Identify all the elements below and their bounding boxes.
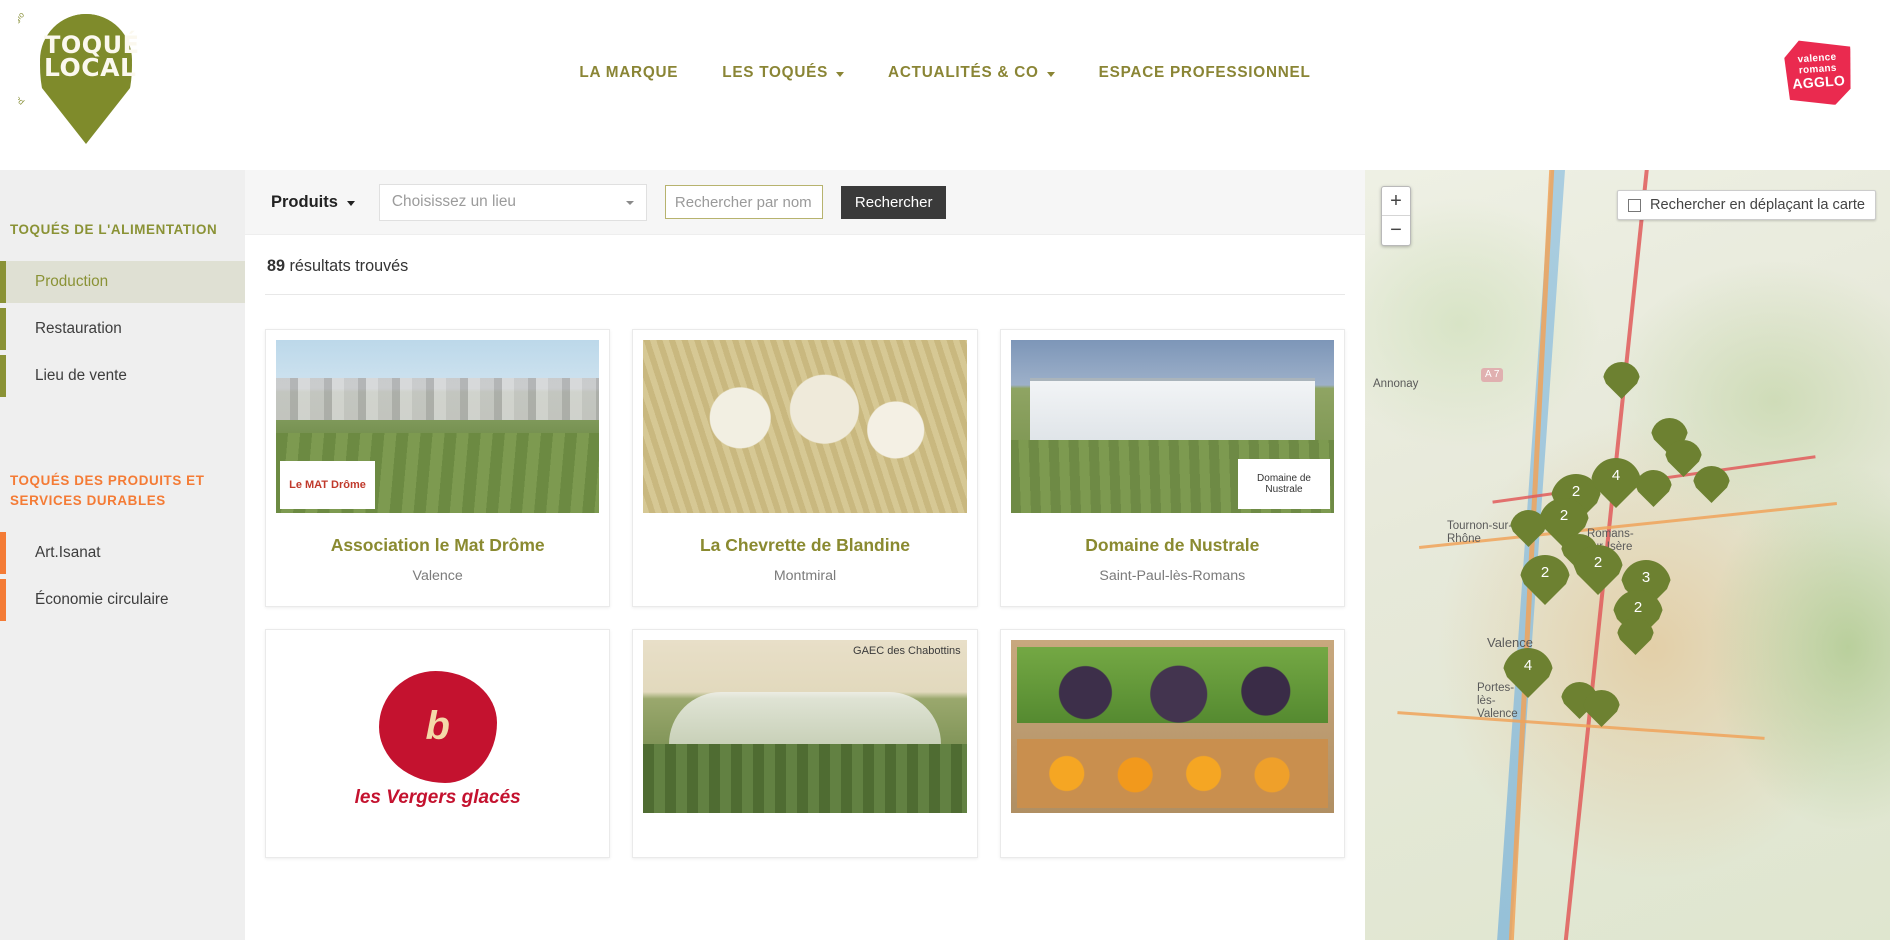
card-image-badge: Le MAT Drôme [280, 461, 375, 509]
card-image-logo: b [378, 670, 497, 783]
card-title: Domaine de Nustrale [1085, 535, 1260, 555]
sidebar-item-label: Art.Isanat [35, 544, 101, 562]
nav-item-actualites-co[interactable]: ACTUALITÉS & CO [866, 58, 1077, 88]
map-city-label-tournon: Tournon-sur-Rhône [1447, 520, 1513, 546]
nav-label: LA MARQUE [579, 64, 679, 81]
produits-dropdown-label: Produits [271, 192, 338, 211]
main-content: Produits Choisissez un lieu Rechercher 8… [245, 170, 1365, 940]
chevron-down-icon [625, 201, 634, 205]
card-image: GAEC des Chabottins [643, 640, 967, 813]
results-count-number: 89 [267, 257, 286, 275]
result-card[interactable]: Domaine de Nustrale Domaine de Nustrale … [999, 329, 1345, 607]
agglo-line-3: AGGLO [1791, 72, 1846, 92]
result-card[interactable]: b les Vergers glacés [265, 629, 611, 858]
accent-bar [0, 355, 6, 398]
main-navigation: LA MARQUE LES TOQUÉS ACTUALITÉS & CO ESP… [0, 58, 1890, 88]
accent-bar [0, 532, 6, 575]
search-button[interactable]: Rechercher [840, 185, 947, 219]
map-zoom-controls[interactable]: + − [1381, 186, 1411, 246]
place-select[interactable]: Choisissez un lieu [378, 183, 647, 221]
card-image-badge: GAEC des Chabottins [853, 645, 961, 657]
result-card[interactable] [999, 629, 1345, 858]
logo-arc-text: par Valence Romans Agglo [18, 10, 26, 107]
checkbox-icon[interactable] [1628, 198, 1642, 212]
category-sidebar: TOQUÉS DE L'ALIMENTATION Production Rest… [0, 170, 245, 940]
chevron-down-icon [346, 200, 355, 206]
results-count: 89 résultats trouvés [265, 235, 1345, 295]
card-title: Association le Mat Drôme [330, 535, 545, 555]
map-tiles [1365, 170, 1890, 940]
chevron-down-icon [1046, 71, 1055, 77]
card-image-badge: les Vergers glacés [354, 787, 521, 808]
produits-dropdown[interactable]: Produits [265, 193, 361, 212]
sidebar-item-label: Économie circulaire [35, 591, 169, 609]
nav-label: LES TOQUÉS [722, 64, 829, 81]
card-image-badge: Domaine de Nustrale [1238, 459, 1330, 509]
accent-bar [0, 308, 6, 351]
sidebar-item-label: Restauration [35, 320, 122, 338]
valence-romans-agglo-logo[interactable]: valence romans AGGLO [1784, 38, 1852, 106]
card-image: Le MAT Drôme [276, 340, 600, 513]
chevron-down-icon [836, 71, 845, 77]
result-card[interactable]: GAEC des Chabottins [632, 629, 978, 858]
sidebar-item-lieu-de-vente[interactable]: Lieu de vente [0, 355, 245, 398]
card-city: Saint-Paul-lès-Romans [1099, 568, 1246, 584]
nav-item-espace-professionnel[interactable]: ESPACE PROFESSIONNEL [1077, 58, 1333, 88]
result-card[interactable]: Le MAT Drôme Association le Mat Drôme Va… [265, 329, 611, 607]
zoom-out-button[interactable]: − [1382, 216, 1410, 245]
card-image [1010, 640, 1334, 813]
search-on-map-move-label: Rechercher en déplaçant la carte [1650, 197, 1865, 213]
card-image: b les Vergers glacés [276, 640, 600, 813]
svg-text:par Valence Romans Agglo: par Valence Romans Agglo [18, 10, 26, 107]
nav-label: ESPACE PROFESSIONNEL [1098, 64, 1311, 81]
filter-bar: Produits Choisissez un lieu Rechercher [245, 170, 1365, 235]
page-body: TOQUÉS DE L'ALIMENTATION Production Rest… [0, 170, 1890, 940]
results-map[interactable]: + − Rechercher en déplaçant la carte Ann… [1365, 170, 1890, 940]
sidebar-item-production[interactable]: Production [0, 261, 245, 304]
sidebar-item-art-isanat[interactable]: Art.Isanat [0, 532, 245, 575]
results-grid: Le MAT Drôme Association le Mat Drôme Va… [265, 295, 1345, 858]
sidebar-item-restauration[interactable]: Restauration [0, 308, 245, 351]
card-title: La Chevrette de Blandine [699, 535, 911, 555]
site-header: par Valence Romans Agglo TOQUÉ LOCAL LA … [0, 0, 1890, 170]
map-city-label-portes: Portes-lès-Valence [1477, 682, 1518, 721]
card-city: Montmiral [773, 568, 837, 584]
agglo-hexagon: valence romans AGGLO [1782, 36, 1855, 109]
map-city-label-annonay: Annonay [1373, 378, 1419, 390]
card-city: Valence [412, 568, 463, 584]
zoom-in-button[interactable]: + [1382, 187, 1410, 216]
active-accent-bar [0, 261, 6, 304]
result-card[interactable]: La Chevrette de Blandine Montmiral [632, 329, 978, 607]
results-count-suffix: résultats trouvés [285, 257, 409, 275]
sidebar-item-label: Lieu de vente [35, 367, 127, 385]
accent-bar [0, 579, 6, 622]
sidebar-item-economie-circulaire[interactable]: Économie circulaire [0, 579, 245, 622]
place-select-value: Choisissez un lieu [391, 193, 516, 210]
sidebar-section-title-durables: TOQUÉS DES PRODUITS ET SERVICES DURABLES [10, 473, 205, 508]
sidebar-section-title-alimentation: TOQUÉS DE L'ALIMENTATION [10, 222, 218, 237]
card-image: Domaine de Nustrale [1010, 340, 1334, 513]
nav-label: ACTUALITÉS & CO [888, 64, 1039, 81]
search-name-input[interactable] [664, 185, 823, 219]
map-label-a7: A 7 [1481, 368, 1504, 382]
logo-arc-label: par Valence Romans Agglo [18, 10, 26, 107]
sidebar-item-label: Production [35, 273, 109, 291]
results-area: 89 résultats trouvés Le MAT Drôme Associ… [245, 235, 1365, 940]
nav-item-les-toques[interactable]: LES TOQUÉS [700, 58, 866, 88]
card-image [643, 340, 967, 513]
nav-item-la-marque[interactable]: LA MARQUE [557, 58, 700, 88]
toque-du-local-logo[interactable]: par Valence Romans Agglo TOQUÉ LOCAL [18, 6, 139, 156]
search-on-map-move-toggle[interactable]: Rechercher en déplaçant la carte [1617, 190, 1876, 220]
